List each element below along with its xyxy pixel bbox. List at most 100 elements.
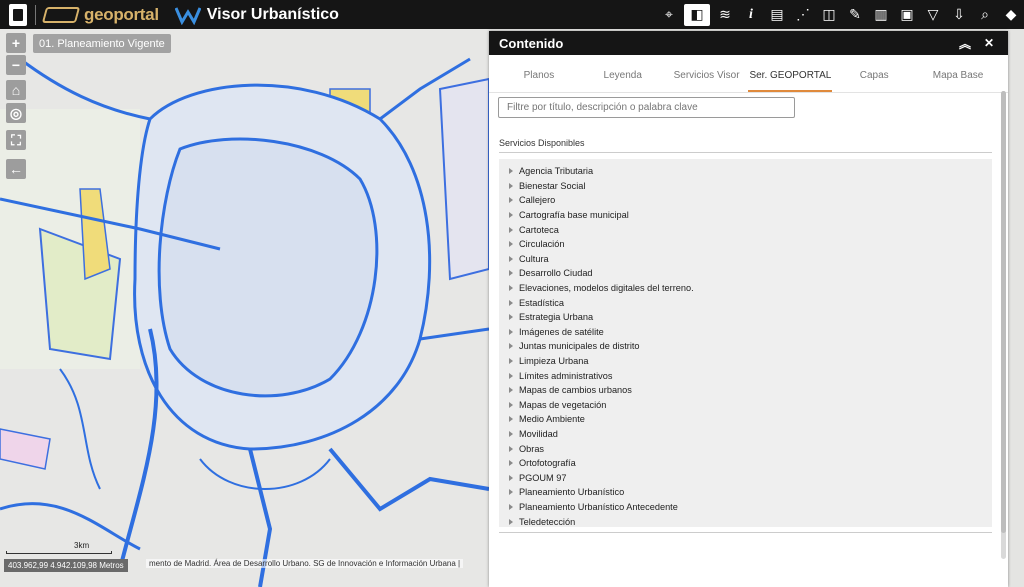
expand-caret-icon[interactable]: [509, 299, 513, 306]
service-label: Bienestar Social: [519, 180, 586, 191]
service-item[interactable]: Agencia Tributaria: [499, 164, 992, 179]
close-icon[interactable]: ✕: [980, 36, 998, 50]
expand-caret-icon[interactable]: [509, 270, 513, 277]
tab-capas[interactable]: Capas: [832, 70, 916, 92]
service-item[interactable]: Planeamiento Urbanístico: [499, 485, 992, 500]
service-item[interactable]: Desarrollo Ciudad: [499, 266, 992, 281]
brand: geoportal Visor Urbanístico: [0, 0, 339, 29]
expand-caret-icon[interactable]: [509, 328, 513, 335]
service-item[interactable]: Callejero: [499, 193, 992, 208]
service-item[interactable]: Circulación: [499, 237, 992, 252]
service-label: Mapas de vegetación: [519, 399, 607, 410]
panel-title: Contenido: [499, 35, 564, 51]
search-map-icon[interactable]: ⌕: [972, 0, 998, 29]
service-item[interactable]: Cultura: [499, 252, 992, 267]
tab-servicios-visor[interactable]: Servicios Visor: [665, 70, 749, 92]
expand-caret-icon[interactable]: [509, 285, 513, 292]
panel-scrollbar[interactable]: [1001, 91, 1006, 559]
buildings-icon[interactable]: ▥: [868, 0, 894, 29]
divider: [35, 4, 36, 25]
content-panel: Contenido ︽ ✕ Planos Leyenda Servicios V…: [489, 31, 1008, 587]
service-label: Agencia Tributaria: [519, 166, 594, 177]
home-icon[interactable]: ⌂: [6, 80, 26, 100]
toolbar-tools: ⌖ ◧ ≋ i ▤ ⋰ ◫ ✎ ▥ ▣ ▽ ⇩ ⌕ ◆: [656, 0, 1024, 29]
tab-leyenda[interactable]: Leyenda: [581, 70, 665, 92]
expand-caret-icon[interactable]: [509, 212, 513, 219]
expand-caret-icon[interactable]: [509, 197, 513, 204]
service-item[interactable]: Bienestar Social: [499, 179, 992, 194]
service-label: Imágenes de satélite: [519, 326, 604, 337]
visor-logo-icon: [174, 6, 201, 25]
expand-caret-icon[interactable]: [509, 358, 513, 365]
service-item[interactable]: Imágenes de satélite: [499, 325, 992, 340]
expand-caret-icon[interactable]: [509, 182, 513, 189]
service-label: Cartografía base municipal: [519, 210, 629, 221]
service-label: Movilidad: [519, 428, 558, 439]
service-item[interactable]: Planeamiento Urbanístico Antecedente: [499, 500, 992, 515]
expand-caret-icon[interactable]: [509, 416, 513, 423]
clipboard-icon[interactable]: ▤: [764, 0, 790, 29]
service-item[interactable]: Estrategia Urbana: [499, 310, 992, 325]
expand-caret-icon[interactable]: [509, 430, 513, 437]
expand-caret-icon[interactable]: [509, 503, 513, 510]
expand-caret-icon[interactable]: [509, 489, 513, 496]
expand-caret-icon[interactable]: [509, 226, 513, 233]
divider: [499, 532, 992, 533]
collapse-chevron-icon[interactable]: ︽: [956, 35, 974, 52]
zoom-in-button[interactable]: +: [6, 33, 26, 53]
tab-planos[interactable]: Planos: [497, 70, 581, 92]
service-item[interactable]: Limpieza Urbana: [499, 354, 992, 369]
service-item[interactable]: Límites administrativos: [499, 368, 992, 383]
service-item[interactable]: Mapas de vegetación: [499, 398, 992, 413]
service-item[interactable]: Obras: [499, 441, 992, 456]
back-arrow-icon[interactable]: ←: [6, 159, 26, 179]
locate-icon[interactable]: ◎: [6, 103, 26, 123]
service-label: Límites administrativos: [519, 370, 613, 381]
expand-caret-icon[interactable]: [509, 168, 513, 175]
tab-mapa-base[interactable]: Mapa Base: [916, 70, 1000, 92]
expand-caret-icon[interactable]: [509, 343, 513, 350]
service-item[interactable]: Elevaciones, modelos digitales del terre…: [499, 281, 992, 296]
download-icon[interactable]: ⇩: [946, 0, 972, 29]
location-pin-icon[interactable]: ⌖: [656, 0, 682, 29]
expand-caret-icon[interactable]: [509, 255, 513, 262]
service-label: Teledetección: [519, 516, 576, 527]
tab-ser-geoportal[interactable]: Ser. GEOPORTAL: [748, 70, 833, 92]
filter-input[interactable]: [498, 97, 795, 118]
service-item[interactable]: Medio Ambiente: [499, 412, 992, 427]
service-item[interactable]: Movilidad: [499, 427, 992, 442]
draw-icon[interactable]: ⋰: [790, 0, 816, 29]
expand-caret-icon[interactable]: [509, 372, 513, 379]
expand-caret-icon[interactable]: [509, 401, 513, 408]
map-edit-icon[interactable]: ✎: [842, 0, 868, 29]
briefcase-icon[interactable]: ▣: [894, 0, 920, 29]
graduation-cap-icon[interactable]: ◆: [998, 0, 1024, 29]
service-item[interactable]: Estadística: [499, 295, 992, 310]
expand-caret-icon[interactable]: [509, 314, 513, 321]
scrollbar-thumb[interactable]: [1001, 91, 1006, 533]
info-icon[interactable]: i: [738, 0, 764, 29]
service-item[interactable]: Ortofotografía: [499, 456, 992, 471]
filter-icon[interactable]: ▽: [920, 0, 946, 29]
expand-caret-icon[interactable]: [509, 518, 513, 525]
service-item[interactable]: PGOUM 97: [499, 470, 992, 485]
expand-caret-icon[interactable]: [509, 387, 513, 394]
service-item[interactable]: Cartoteca: [499, 222, 992, 237]
expand-caret-icon[interactable]: [509, 460, 513, 467]
scale-line: [6, 551, 112, 554]
service-item[interactable]: Juntas municipales de distrito: [499, 339, 992, 354]
app-title: Visor Urbanístico: [206, 5, 339, 23]
service-item[interactable]: Teledetección: [499, 514, 992, 529]
expand-caret-icon[interactable]: [509, 474, 513, 481]
zoom-out-button[interactable]: −: [6, 55, 26, 75]
fullscreen-icon[interactable]: ⛶: [6, 130, 26, 150]
geoportal-label[interactable]: geoportal: [84, 5, 159, 25]
layers-icon[interactable]: ≋: [712, 0, 738, 29]
compare-icon[interactable]: ◫: [816, 0, 842, 29]
panel-tabs: Planos Leyenda Servicios Visor Ser. GEOP…: [489, 59, 1008, 93]
expand-caret-icon[interactable]: [509, 241, 513, 248]
service-item[interactable]: Cartografía base municipal: [499, 208, 992, 223]
service-item[interactable]: Mapas de cambios urbanos: [499, 383, 992, 398]
map-select-icon[interactable]: ◧: [684, 3, 710, 26]
expand-caret-icon[interactable]: [509, 445, 513, 452]
